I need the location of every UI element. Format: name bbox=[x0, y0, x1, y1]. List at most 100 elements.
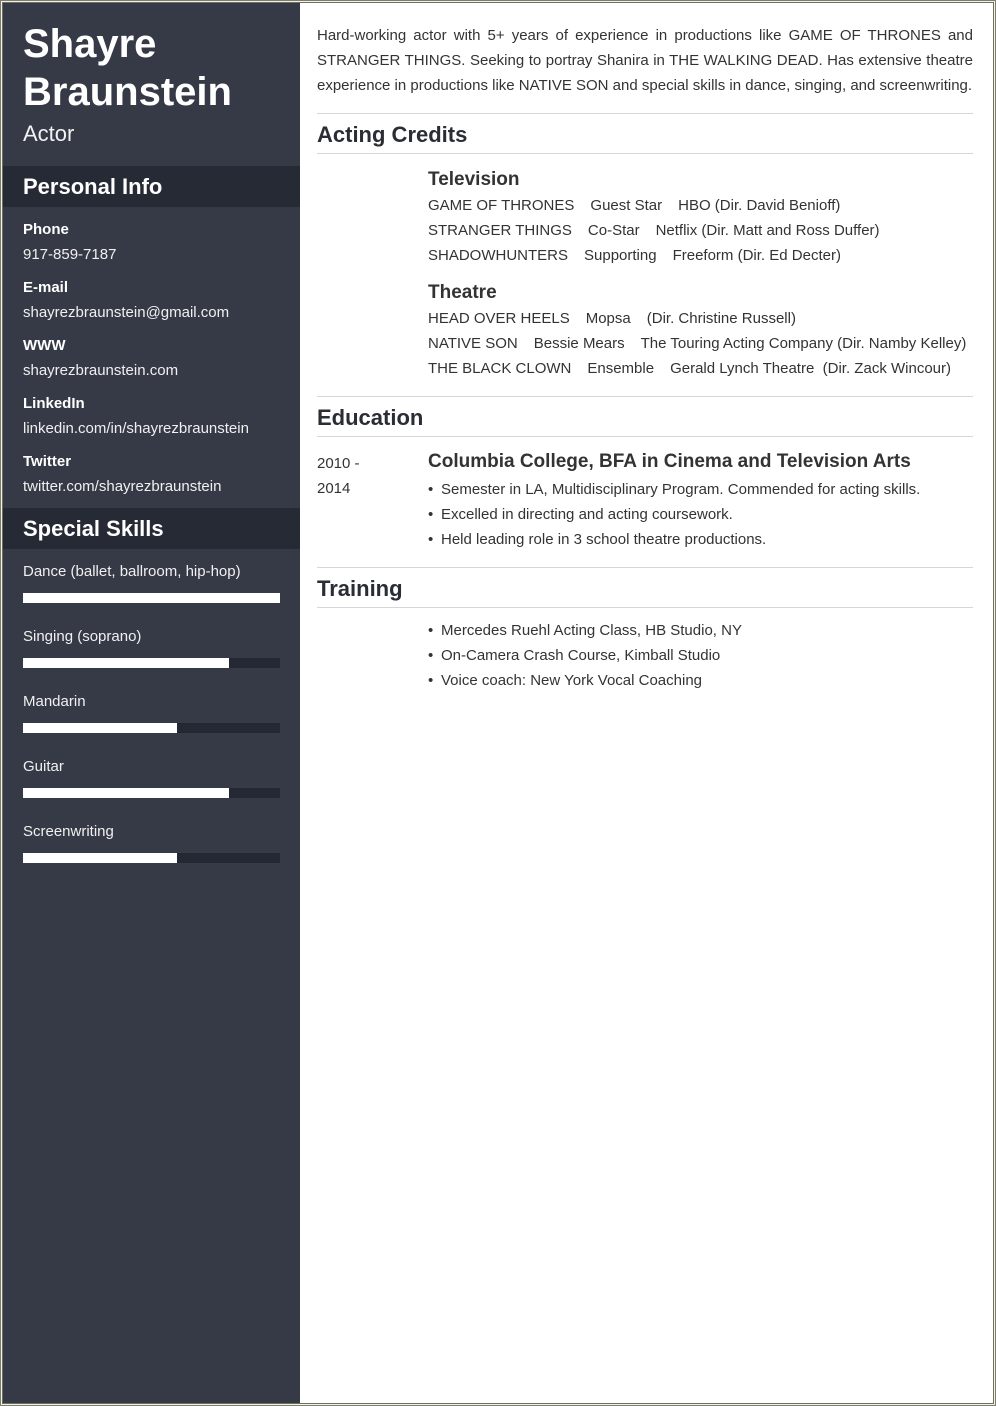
credit-group-theatre: Theatre HEAD OVER HEELS Mopsa (Dir. Christ… bbox=[428, 280, 973, 381]
credit-role: Mopsa bbox=[585, 310, 631, 327]
credit-role: Bessie Mears bbox=[533, 335, 625, 352]
credit-group-title: Theatre bbox=[428, 282, 497, 303]
info-label: Twitter bbox=[23, 453, 72, 470]
bullet-item: On-Camera Crash Course, Kimball Studio bbox=[428, 643, 973, 668]
credit-role: Co-Star bbox=[587, 222, 640, 239]
training-bullets: Mercedes Ruehl Acting Class, HB Studio, … bbox=[428, 618, 973, 693]
credit-company: Netflix (Dir. Matt and Ross Duffer) bbox=[655, 222, 880, 239]
credits-spacer bbox=[317, 167, 428, 393]
training-row: Mercedes Ruehl Acting Class, HB Studio, … bbox=[317, 608, 973, 693]
education-bullets: Semester in LA, Multidisciplinary Progra… bbox=[428, 477, 973, 552]
profile-summary: Hard-working actor with 5+ years of expe… bbox=[317, 27, 973, 94]
credits-row: Television GAME OF THRONES Guest Star HBO … bbox=[317, 154, 973, 393]
special-skills-heading: Special Skills bbox=[3, 508, 300, 549]
education-degree: Columbia College, BFA in Cinema and Tele… bbox=[428, 451, 911, 472]
skill-level-fill bbox=[23, 853, 178, 863]
credit-role: Guest Star bbox=[590, 197, 663, 214]
info-website: WWW shayrezbraunstein.com bbox=[23, 333, 280, 383]
info-label: WWW bbox=[23, 337, 66, 354]
education-entry: 2010 - 2014 Columbia College, BFA in Cin… bbox=[317, 437, 973, 552]
credit-company: The Touring Acting Company (Dir. Namby K… bbox=[640, 335, 967, 352]
bullet-item: Held leading role in 3 school theatre pr… bbox=[428, 527, 973, 552]
skill-label: Dance (ballet, ballroom, hip-hop) bbox=[23, 563, 241, 580]
skill-level-bar bbox=[23, 723, 280, 733]
credit-production: GAME OF THRONES bbox=[428, 197, 575, 214]
personal-info-list: Phone 917-859-7187 E-mail shayrezbraunst… bbox=[3, 207, 300, 499]
skill-level-bar bbox=[23, 853, 280, 863]
skill-level-bar bbox=[23, 658, 280, 668]
skill-level-bar bbox=[23, 788, 280, 798]
education-section: Education 2010 - 2014 Columbia College, … bbox=[317, 396, 973, 552]
skill-level-bar bbox=[23, 593, 280, 603]
skill-label: Mandarin bbox=[23, 693, 86, 710]
bullet-item: Semester in LA, Multidisciplinary Progra… bbox=[428, 477, 973, 502]
education-details: Columbia College, BFA in Cinema and Tele… bbox=[428, 451, 973, 552]
info-label: LinkedIn bbox=[23, 395, 85, 412]
credit-production: THE BLACK CLOWN bbox=[428, 360, 572, 377]
training-spacer bbox=[317, 618, 428, 693]
credit-line: HEAD OVER HEELS Mopsa (Dir. Christine Russ… bbox=[428, 306, 973, 331]
personal-info-heading: Personal Info bbox=[3, 166, 300, 207]
skill-item: Dance (ballet, ballroom, hip-hop) bbox=[23, 561, 280, 603]
education-dates: 2010 - 2014 bbox=[317, 451, 428, 552]
training-section: Training Mercedes Ruehl Acting Class, HB… bbox=[317, 567, 973, 693]
date-end: 2014 bbox=[317, 480, 351, 497]
bullet-item: Voice coach: New York Vocal Coaching bbox=[428, 668, 973, 693]
bullet-item: Excelled in directing and acting coursew… bbox=[428, 502, 973, 527]
credit-line: THE BLACK CLOWN Ensemble Gerald Lynch Thea… bbox=[428, 356, 973, 381]
credit-group-title: Television bbox=[428, 169, 520, 190]
credit-production: HEAD OVER HEELS bbox=[428, 310, 570, 327]
credits-groups: Television GAME OF THRONES Guest Star HBO … bbox=[428, 167, 973, 393]
credit-line: SHADOWHUNTERS Supporting Freeform (Dir. Ed… bbox=[428, 243, 973, 268]
candidate-role: Actor bbox=[23, 121, 75, 146]
credit-line: NATIVE SON Bessie Mears The Touring Acting… bbox=[428, 331, 973, 356]
twitter-link[interactable]: twitter.com/shayrezbraunstein bbox=[23, 474, 280, 499]
credit-production: STRANGER THINGS bbox=[428, 222, 572, 239]
skill-item: Mandarin bbox=[23, 691, 280, 733]
credit-role: Supporting bbox=[584, 247, 657, 264]
linkedin-link[interactable]: linkedin.com/in/shayrezbraunstein bbox=[23, 416, 280, 441]
skill-label: Guitar bbox=[23, 758, 64, 775]
credit-company: (Dir. Christine Russell) bbox=[646, 310, 796, 327]
skill-level-fill bbox=[23, 593, 280, 603]
info-label: E-mail bbox=[23, 279, 69, 296]
training-details: Mercedes Ruehl Acting Class, HB Studio, … bbox=[428, 618, 973, 693]
skills-list: Dance (ballet, ballroom, hip-hop) Singin… bbox=[3, 549, 300, 863]
credit-company: Freeform (Dir. Ed Decter) bbox=[672, 247, 841, 264]
credit-company: HBO (Dir. David Benioff) bbox=[678, 197, 841, 214]
info-twitter: Twitter twitter.com/shayrezbraunstein bbox=[23, 449, 280, 499]
training-heading: Training bbox=[317, 567, 973, 608]
main-content: Hard-working actor with 5+ years of expe… bbox=[300, 3, 993, 1403]
skill-level-fill bbox=[23, 788, 229, 798]
skill-item: Screenwriting bbox=[23, 821, 280, 863]
credit-line: GAME OF THRONES Guest Star HBO (Dir. David… bbox=[428, 193, 973, 218]
skill-label: Screenwriting bbox=[23, 823, 114, 840]
acting-credits-section: Acting Credits Television GAME OF THRONE… bbox=[317, 113, 973, 393]
bullet-item: Mercedes Ruehl Acting Class, HB Studio, … bbox=[428, 618, 973, 643]
credit-production: NATIVE SON bbox=[428, 335, 518, 352]
education-heading: Education bbox=[317, 396, 973, 437]
skill-item: Guitar bbox=[23, 756, 280, 798]
resume-page: Shayre Braunstein Actor Personal Info Ph… bbox=[3, 3, 993, 1403]
acting-credits-heading: Acting Credits bbox=[317, 113, 973, 154]
skill-level-fill bbox=[23, 658, 229, 668]
info-label: Phone bbox=[23, 221, 69, 238]
skill-item: Singing (soprano) bbox=[23, 626, 280, 668]
first-name: Shayre bbox=[23, 22, 157, 66]
credit-group-television: Television GAME OF THRONES Guest Star HBO … bbox=[428, 167, 973, 268]
info-linkedin: LinkedIn linkedin.com/in/shayrezbraunste… bbox=[23, 391, 280, 441]
last-name: Braunstein bbox=[23, 70, 232, 114]
phone-value[interactable]: 917-859-7187 bbox=[23, 242, 280, 267]
info-email: E-mail shayrezbraunstein@gmail.com bbox=[23, 275, 280, 325]
credit-line: STRANGER THINGS Co-Star Netflix (Dir. Matt… bbox=[428, 218, 973, 243]
credit-role: Ensemble bbox=[587, 360, 655, 377]
skill-level-fill bbox=[23, 723, 178, 733]
candidate-name: Shayre Braunstein bbox=[3, 3, 300, 116]
sidebar: Shayre Braunstein Actor Personal Info Ph… bbox=[3, 3, 300, 1403]
website-link[interactable]: shayrezbraunstein.com bbox=[23, 358, 280, 383]
info-phone: Phone 917-859-7187 bbox=[23, 217, 280, 267]
credit-production: SHADOWHUNTERS bbox=[428, 247, 569, 264]
credit-company: Gerald Lynch Theatre (Dir. Zack Wincour) bbox=[670, 360, 951, 377]
email-link[interactable]: shayrezbraunstein@gmail.com bbox=[23, 300, 280, 325]
date-start: 2010 - bbox=[317, 455, 360, 472]
